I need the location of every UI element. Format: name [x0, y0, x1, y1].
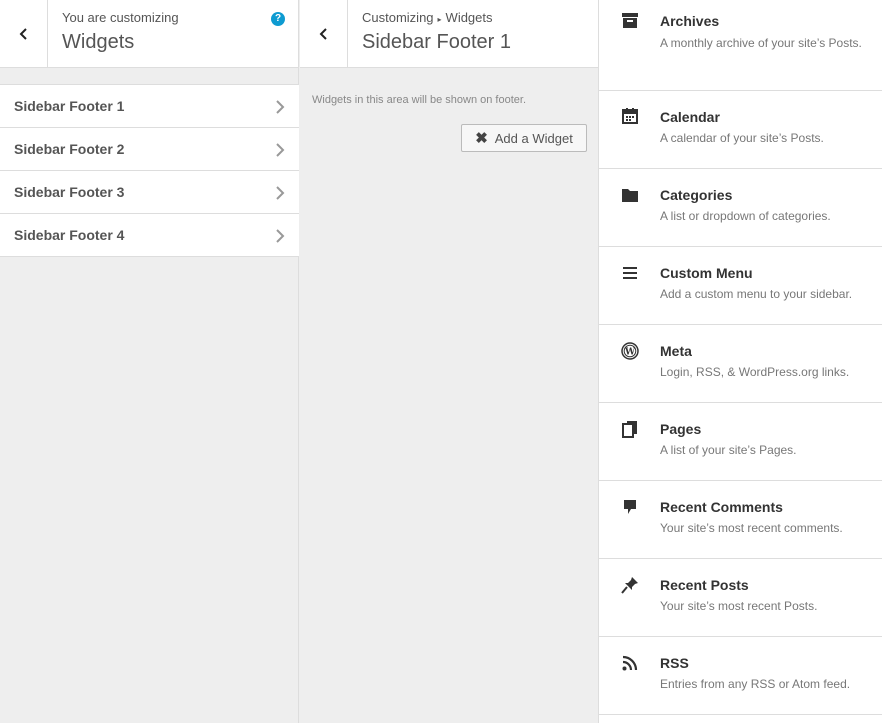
widget-pages[interactable]: Pages A list of your site’s Pages.	[599, 403, 882, 481]
svg-text:W: W	[624, 348, 636, 358]
widget-description: A list of your site’s Pages.	[660, 443, 797, 457]
widget-description: Login, RSS, & WordPress.org links.	[660, 365, 850, 379]
section-header: Customizing ▸ Widgets Sidebar Footer 1	[300, 0, 598, 68]
widget-rss[interactable]: RSS Entries from any RSS or Atom feed.	[599, 637, 882, 715]
widget-calendar[interactable]: Calendar A calendar of your site’s Posts…	[599, 91, 882, 169]
comment-icon	[624, 500, 636, 514]
breadcrumb-leaf: Widgets	[445, 10, 493, 25]
close-icon: ✖	[475, 130, 488, 147]
widget-name: Custom Menu	[660, 265, 753, 281]
section-title: Sidebar Footer 1	[362, 31, 511, 53]
customizing-subtitle: You are customizing	[62, 10, 179, 25]
chevron-right-icon	[276, 229, 285, 243]
wordpress-icon: W	[621, 342, 639, 360]
breadcrumb: Customizing ▸ Widgets	[362, 10, 493, 25]
widget-recent-posts[interactable]: Recent Posts Your site’s most recent Pos…	[599, 559, 882, 637]
widget-recent-comments[interactable]: Recent Comments Your site’s most recent …	[599, 481, 882, 559]
section-description: Widgets in this area will be shown on fo…	[312, 94, 527, 106]
breadcrumb-separator: ▸	[437, 15, 442, 24]
panel-header: You are customizing Widgets ?	[0, 0, 298, 68]
widget-archives[interactable]: Archives A monthly archive of your site’…	[599, 0, 882, 91]
widget-description: Add a custom menu to your sidebar.	[660, 287, 853, 301]
widget-custom-menu[interactable]: Custom Menu Add a custom menu to your si…	[599, 247, 882, 325]
chevron-left-icon	[19, 27, 27, 40]
chevron-right-icon	[276, 143, 285, 157]
section-panel: Customizing ▸ Widgets Sidebar Footer 1 Wid…	[300, 0, 599, 723]
folder-icon	[622, 189, 638, 202]
widget-categories[interactable]: Categories A list or dropdown of categor…	[599, 169, 882, 247]
widget-meta[interactable]: W Meta Login, RSS, & WordPress.org links…	[599, 325, 882, 403]
customizer-panel: You are customizing Widgets ? Sidebar Fo…	[0, 0, 299, 723]
add-widget-button[interactable]: ✖ Add a Widget	[461, 124, 587, 152]
widget-description: A calendar of your site’s Posts.	[660, 131, 824, 145]
widget-name: Categories	[660, 187, 733, 203]
sidebar-item-label: Sidebar Footer 4	[14, 227, 125, 243]
widget-description: A list or dropdown of categories.	[660, 209, 831, 223]
calendar-icon	[622, 108, 638, 124]
back-button[interactable]	[0, 0, 48, 67]
archive-icon	[622, 13, 638, 28]
panel-title: Widgets	[62, 31, 135, 53]
add-widget-label: Add a Widget	[494, 130, 573, 146]
rss-icon	[622, 655, 638, 671]
pin-icon	[621, 577, 638, 594]
widget-name: Recent Posts	[660, 577, 749, 593]
pages-icon	[622, 421, 637, 438]
sidebar-item-label: Sidebar Footer 3	[14, 184, 125, 200]
sidebar-item-label: Sidebar Footer 2	[14, 141, 125, 157]
help-icon[interactable]: ?	[271, 12, 285, 26]
widget-description: Your site’s most recent comments.	[660, 521, 843, 535]
widget-description: A monthly archive of your site’s Posts.	[660, 36, 862, 50]
sidebar-item-footer-4[interactable]: Sidebar Footer 4	[0, 214, 299, 257]
widget-name: Calendar	[660, 109, 720, 125]
widget-name: RSS	[660, 655, 689, 671]
chevron-right-icon	[276, 186, 285, 200]
menu-icon	[623, 267, 637, 279]
chevron-right-icon	[276, 100, 285, 114]
sidebar-item-label: Sidebar Footer 1	[14, 98, 125, 114]
breadcrumb-root: Customizing	[362, 10, 434, 25]
sidebar-item-footer-3[interactable]: Sidebar Footer 3	[0, 171, 299, 214]
sidebar-list: Sidebar Footer 1 Sidebar Footer 2 Sideba…	[0, 84, 299, 257]
widget-name: Meta	[660, 343, 692, 359]
back-button[interactable]	[300, 0, 348, 67]
sidebar-item-footer-1[interactable]: Sidebar Footer 1	[0, 85, 299, 128]
sidebar-item-footer-2[interactable]: Sidebar Footer 2	[0, 128, 299, 171]
widget-name: Pages	[660, 421, 702, 437]
chevron-left-icon	[319, 27, 327, 40]
widget-description: Your site’s most recent Posts.	[660, 599, 818, 613]
widget-description: Entries from any RSS or Atom feed.	[660, 677, 851, 691]
available-widgets-panel: Archives A monthly archive of your site’…	[599, 0, 884, 723]
widget-name: Archives	[660, 13, 720, 29]
widget-name: Recent Comments	[660, 499, 783, 515]
